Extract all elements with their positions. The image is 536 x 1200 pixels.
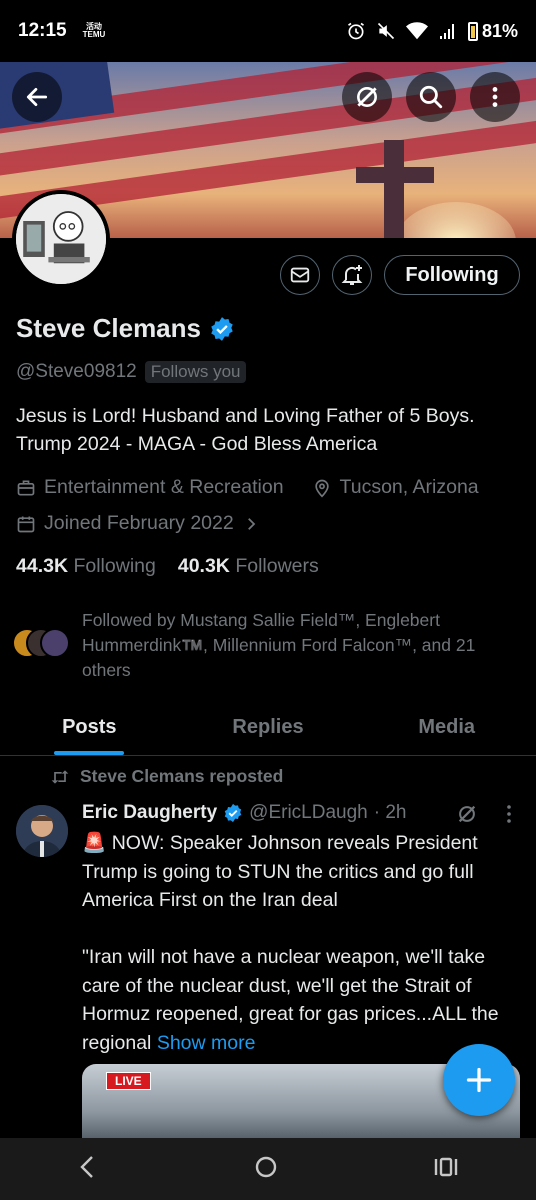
tweet-author-avatar[interactable] — [16, 805, 68, 857]
status-icons: 81% — [346, 21, 518, 42]
home-circle-icon — [255, 1156, 277, 1177]
profile-tabs: Posts Replies Media — [0, 700, 536, 756]
tweet-paragraph: 🚨 NOW: Speaker Johnson reveals President… — [82, 832, 478, 911]
tweet-paragraph: "Iran will not have a nuclear weapon, we… — [82, 946, 499, 1054]
profile-category: Entertainment & Recreation — [44, 476, 284, 498]
status-time: 12:15 — [18, 20, 67, 41]
tweet-more-button[interactable] — [505, 803, 513, 831]
tweet-author-name[interactable]: Eric Daugherty — [82, 802, 217, 824]
more-vertical-icon — [492, 87, 498, 107]
calendar-icon — [17, 516, 35, 532]
nav-back-button[interactable] — [77, 1154, 99, 1185]
followed-by-text: Followed by Mustang Sallie Field™, Engle… — [82, 610, 476, 680]
alarm-icon — [348, 22, 364, 40]
more-options-button[interactable] — [470, 72, 520, 122]
followers-count-link[interactable]: 40.3K Followers — [178, 555, 319, 578]
notifications-button[interactable] — [332, 255, 372, 295]
profile-meta-row: Entertainment & Recreation Tucson, Arizo… — [16, 476, 479, 499]
compose-button[interactable] — [443, 1044, 515, 1116]
back-button[interactable] — [12, 72, 62, 122]
follows-you-badge: Follows you — [144, 361, 247, 383]
profile-avatar[interactable] — [12, 190, 110, 288]
message-button[interactable] — [280, 255, 320, 295]
avatar-illustration — [16, 194, 106, 284]
cross-image — [356, 167, 434, 183]
profile-handle: @Steve09812 — [16, 361, 137, 382]
bell-plus-icon — [341, 265, 363, 285]
joined-row[interactable]: Joined February 2022 — [16, 512, 260, 535]
cross-image — [384, 140, 404, 238]
live-badge: LIVE — [106, 1072, 151, 1090]
tab-replies[interactable]: Replies — [179, 700, 358, 755]
mutual-avatars — [12, 628, 72, 664]
recents-icon — [434, 1157, 458, 1176]
battery-indicator: 81% — [467, 21, 518, 42]
back-arrow-icon — [26, 88, 48, 106]
following-button[interactable]: Following — [384, 255, 520, 295]
tweet-text[interactable]: 🚨 NOW: Speaker Johnson reveals President… — [82, 829, 526, 1057]
temu-notification-icon: 活动 TEMU — [82, 22, 106, 39]
following-count-link[interactable]: 44.3K Following — [16, 555, 156, 578]
mute-icon — [377, 22, 395, 40]
tab-posts[interactable]: Posts — [0, 700, 179, 755]
mutual-avatar — [40, 628, 70, 658]
tweet-author-handle: @EricLDaugh — [249, 802, 368, 823]
tweet-header: Eric Daugherty @EricLDaugh · 2h — [82, 802, 406, 824]
grok-button[interactable] — [342, 72, 392, 122]
search-button[interactable] — [406, 72, 456, 122]
verified-badge-icon[interactable] — [209, 316, 235, 342]
status-bar: 12:15 活动 TEMU 81% — [0, 0, 536, 62]
more-vertical-icon — [507, 805, 511, 823]
repost-indicator: Steve Clemans reposted — [50, 766, 283, 787]
grok-icon — [357, 87, 377, 107]
battery-icon — [467, 21, 478, 41]
verified-badge-icon — [224, 803, 242, 823]
handle-row: @Steve09812 Follows you — [16, 361, 247, 383]
profile-name: Steve Clemans — [16, 313, 201, 343]
nav-recents-button[interactable] — [433, 1155, 459, 1184]
chevron-left-icon — [80, 1155, 93, 1178]
repost-icon — [51, 769, 69, 784]
plus-icon — [466, 1067, 492, 1093]
chevron-right-icon — [247, 517, 255, 530]
tweet-grok-button[interactable] — [456, 803, 478, 830]
system-navigation-bar — [0, 1138, 536, 1200]
profile-name-row: Steve Clemans — [16, 313, 235, 344]
tweet-time: · 2h — [373, 802, 407, 823]
author-photo — [16, 805, 68, 857]
grok-icon — [458, 805, 476, 823]
wifi-icon — [405, 22, 428, 40]
followed-by-section[interactable]: Followed by Mustang Sallie Field™, Engle… — [12, 608, 522, 683]
profile-location: Tucson, Arizona — [339, 476, 479, 498]
show-more-link[interactable]: Show more — [157, 1032, 256, 1054]
location-pin-icon — [314, 479, 329, 498]
profile-bio: Jesus is Lord! Husband and Loving Father… — [16, 405, 475, 455]
envelope-icon — [290, 267, 310, 283]
search-icon — [419, 85, 443, 109]
signal-icon — [439, 24, 454, 39]
briefcase-icon — [17, 480, 35, 495]
follow-counts: 44.3K Following 40.3K Followers — [16, 555, 319, 578]
profile-joined: Joined February 2022 — [44, 512, 234, 534]
tab-media[interactable]: Media — [357, 700, 536, 755]
nav-home-button[interactable] — [253, 1154, 279, 1185]
sunlight — [396, 202, 516, 238]
